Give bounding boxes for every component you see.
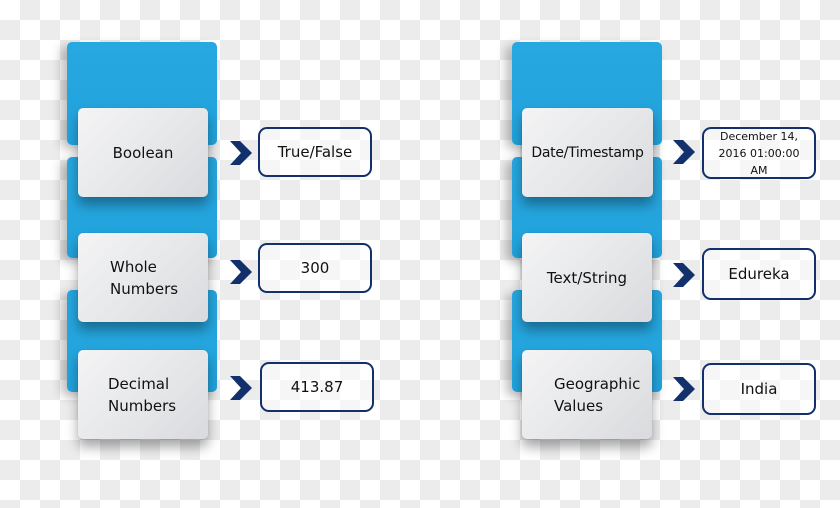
chevron-right-icon	[673, 263, 695, 287]
data-type-label: Geographic Values	[554, 374, 641, 415]
example-value: 413.87	[290, 378, 344, 396]
left-column: Boolean Whole Numbers Decimal Numbers Tr…	[67, 0, 397, 508]
data-type-card-date-timestamp: Date/Timestamp	[522, 108, 653, 197]
example-value: Edureka	[728, 265, 790, 283]
right-column: Date/Timestamp Text/String Geographic Va…	[512, 0, 840, 508]
data-type-card-boolean: Boolean	[78, 108, 208, 197]
data-type-label: Date/Timestamp	[531, 144, 644, 161]
data-type-card-geographic-values: Geographic Values	[522, 350, 652, 439]
chevron-right-icon	[230, 260, 252, 284]
data-type-card-whole-numbers: Whole Numbers	[78, 233, 208, 322]
example-value-box: Edureka	[702, 248, 816, 300]
data-type-label: Decimal Numbers	[108, 374, 177, 415]
chevron-right-icon	[230, 376, 252, 400]
example-value-box: 413.87	[260, 362, 374, 412]
example-value: True/False	[277, 143, 353, 161]
chevron-right-icon	[673, 377, 695, 401]
chevron-right-icon	[230, 141, 252, 165]
example-value-box: True/False	[258, 127, 372, 177]
data-type-card-decimal-numbers: Decimal Numbers	[78, 350, 208, 439]
data-type-label: Text/String	[546, 268, 628, 287]
data-type-label: Boolean	[112, 143, 174, 162]
example-value: December 14, 2016 01:00:00 AM	[718, 129, 800, 177]
example-value: 300	[300, 259, 330, 277]
example-value-box: India	[702, 363, 816, 415]
example-value-box: December 14, 2016 01:00:00 AM	[702, 127, 816, 179]
chevron-right-icon	[673, 140, 695, 164]
example-value-box: 300	[258, 243, 372, 293]
data-type-label: Whole Numbers	[110, 257, 179, 298]
example-value: India	[740, 380, 778, 398]
data-type-card-text-string: Text/String	[522, 233, 652, 322]
